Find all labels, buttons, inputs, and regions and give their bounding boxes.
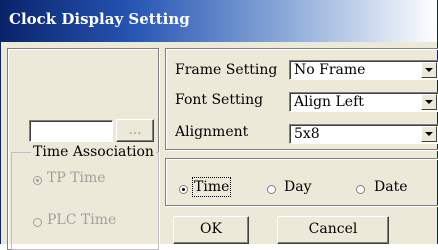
- font-setting-label: Font Setting: [175, 92, 264, 108]
- radio-tp-time-label: TP Time: [47, 170, 106, 186]
- alignment-value: 5x8: [294, 126, 320, 142]
- radio-date-label: Date: [374, 179, 408, 195]
- text-field[interactable]: [29, 120, 113, 142]
- frame-setting-label: Frame Setting: [175, 62, 278, 78]
- frame-setting-value: No Frame: [294, 62, 366, 78]
- clock-display-setting-dialog: Clock Display Setting ... Time Associati…: [0, 0, 438, 250]
- radio-day-label: Day: [284, 179, 312, 195]
- time-association-group: [11, 152, 159, 250]
- alignment-select[interactable]: 5x8: [289, 124, 438, 144]
- title-bar[interactable]: Clock Display Setting: [1, 0, 437, 42]
- font-setting-select[interactable]: Align Left: [289, 92, 438, 112]
- font-setting-value: Align Left: [294, 94, 364, 110]
- chevron-down-icon[interactable]: [421, 94, 437, 110]
- radio-time-indicator: [179, 185, 188, 194]
- chevron-down-icon[interactable]: [421, 126, 437, 142]
- radio-date-indicator: [356, 185, 365, 194]
- browse-button[interactable]: ...: [116, 119, 154, 142]
- radio-plc-time-label: PLC Time: [47, 212, 117, 228]
- ok-button[interactable]: OK: [173, 216, 249, 244]
- radio-plc-time-indicator: [33, 218, 42, 227]
- time-association-legend: Time Association: [31, 144, 156, 160]
- window-title: Clock Display Setting: [9, 10, 190, 28]
- frame-setting-select[interactable]: No Frame: [289, 60, 438, 80]
- chevron-down-icon[interactable]: [421, 62, 437, 78]
- cancel-button[interactable]: Cancel: [277, 216, 389, 244]
- alignment-label: Alignment: [175, 124, 249, 140]
- radio-time-label: Time: [191, 177, 232, 197]
- radio-tp-time-indicator: [33, 176, 42, 185]
- radio-day-indicator: [267, 185, 276, 194]
